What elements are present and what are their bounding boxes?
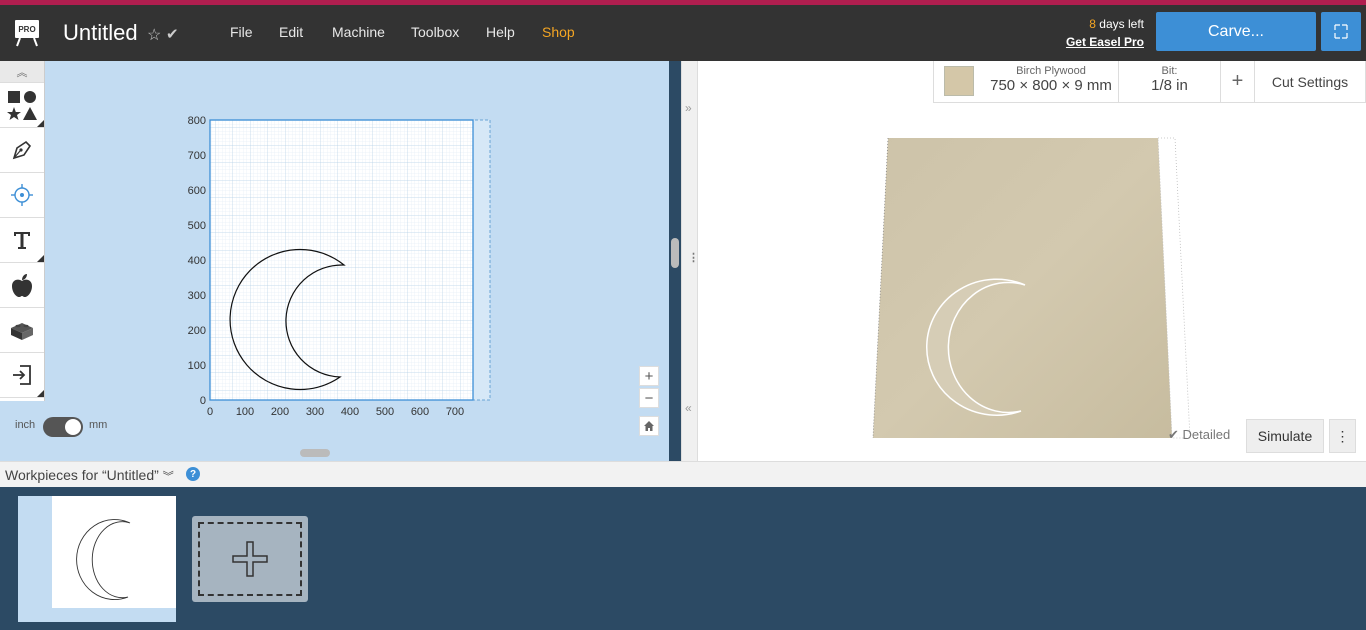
x-tick-label: 0 bbox=[207, 406, 213, 418]
pen-icon bbox=[12, 140, 32, 160]
horizontal-scrollbar[interactable] bbox=[300, 449, 330, 457]
vertical-scrollbar[interactable] bbox=[671, 238, 679, 268]
y-tick-label: 800 bbox=[188, 115, 206, 127]
point-tool[interactable] bbox=[0, 173, 44, 218]
y-tick-label: 100 bbox=[188, 360, 206, 372]
y-tick-label: 400 bbox=[188, 255, 206, 267]
collapse-toolbar-icon[interactable]: ︽ bbox=[0, 61, 44, 83]
x-tick-label: 500 bbox=[376, 406, 394, 418]
material-name: Birch Plywood bbox=[1016, 65, 1086, 77]
material-settings-bar: Birch Plywood 750 × 800 × 9 mm Bit: 1/8 … bbox=[933, 61, 1366, 103]
pane-splitter[interactable]: » ⋮ « bbox=[681, 61, 699, 461]
y-tick-label: 300 bbox=[188, 290, 206, 302]
shapes-icon bbox=[7, 91, 37, 120]
crescent-thumbnail-icon bbox=[76, 519, 131, 600]
trial-days-left: 8 days left bbox=[1089, 17, 1144, 31]
y-tick-label: 200 bbox=[188, 325, 206, 337]
units-inch-label: inch bbox=[15, 419, 36, 431]
home-icon bbox=[644, 421, 654, 431]
workpiece-thumbnail[interactable] bbox=[18, 496, 176, 622]
expand-left-icon[interactable]: « bbox=[685, 401, 692, 415]
days-number: 8 bbox=[1089, 17, 1096, 31]
pen-tool[interactable] bbox=[0, 128, 44, 173]
add-bit-button[interactable]: + bbox=[1220, 61, 1254, 102]
import-icon bbox=[13, 365, 31, 385]
checkmark-icon: ✔ bbox=[1168, 427, 1183, 442]
checkmark-icon: ✔ bbox=[166, 26, 179, 43]
days-suffix: days left bbox=[1095, 17, 1144, 31]
units-mm-label: mm bbox=[89, 419, 108, 431]
x-tick-label: 300 bbox=[306, 406, 324, 418]
fullscreen-button[interactable] bbox=[1321, 12, 1361, 51]
shape-toolbar: ︽ bbox=[0, 61, 45, 401]
chevron-down-icon: ︾ bbox=[162, 471, 174, 483]
design-grid[interactable]: 800 700 600 500 400 300 200 100 0 0 100 200 300 400 5… bbox=[180, 110, 500, 420]
plus-icon bbox=[232, 541, 268, 577]
x-axis-labels: 0 100 200 300 400 500 600 700 bbox=[207, 406, 464, 418]
expand-right-icon[interactable]: » bbox=[685, 101, 692, 115]
workpieces-bar: Workpieces for “Untitled” ︾ ? bbox=[0, 461, 1366, 487]
text-icon bbox=[14, 232, 30, 249]
get-easel-pro-link[interactable]: Get Easel Pro bbox=[1066, 35, 1144, 49]
y-tick-label: 0 bbox=[200, 395, 206, 407]
expand-icon bbox=[1334, 24, 1348, 39]
project-title[interactable]: Untitled bbox=[63, 20, 138, 46]
x-tick-label: 200 bbox=[271, 406, 289, 418]
apps-tool[interactable] bbox=[0, 308, 44, 353]
y-tick-label: 600 bbox=[188, 185, 206, 197]
plywood-board bbox=[873, 138, 1172, 438]
bit-value: 1/8 in bbox=[1151, 77, 1188, 94]
x-tick-label: 600 bbox=[411, 406, 429, 418]
y-tick-label: 500 bbox=[188, 220, 206, 232]
toggle-knob bbox=[65, 419, 81, 435]
add-workpiece-dropzone bbox=[198, 522, 302, 596]
zoom-in-button[interactable]: + bbox=[639, 366, 659, 386]
help-icon[interactable]: ? bbox=[186, 467, 200, 481]
home-view-button[interactable] bbox=[639, 416, 659, 436]
material-swatch[interactable] bbox=[944, 66, 974, 96]
menu-file[interactable]: File bbox=[230, 24, 253, 40]
menu-help[interactable]: Help bbox=[486, 24, 515, 40]
detailed-label: Detailed bbox=[1182, 427, 1231, 442]
target-icon bbox=[11, 184, 33, 206]
star-icon[interactable]: ☆ bbox=[147, 25, 161, 45]
logo-text: PRO bbox=[18, 25, 35, 34]
zoom-out-button[interactable]: − bbox=[639, 388, 659, 408]
shapes-tool[interactable] bbox=[0, 83, 44, 128]
app-header: PRO Untitled ☆ ✔ File Edit Machine Toolb… bbox=[0, 5, 1366, 61]
apple-icon bbox=[12, 274, 32, 297]
lego-brick-icon bbox=[11, 323, 33, 340]
cut-settings-button[interactable]: Cut Settings bbox=[1254, 61, 1365, 102]
y-tick-label: 700 bbox=[188, 150, 206, 162]
menu-toolbox[interactable]: Toolbox bbox=[411, 24, 459, 40]
x-tick-label: 400 bbox=[341, 406, 359, 418]
text-tool[interactable] bbox=[0, 218, 44, 263]
menu-machine[interactable]: Machine bbox=[332, 24, 385, 40]
menu-edit[interactable]: Edit bbox=[279, 24, 303, 40]
simulate-button[interactable]: Simulate bbox=[1246, 419, 1324, 453]
units-toggle[interactable] bbox=[43, 417, 83, 437]
add-workpiece-button[interactable] bbox=[192, 516, 308, 602]
y-axis-labels: 800 700 600 500 400 300 200 100 0 bbox=[188, 115, 206, 407]
workpieces-title[interactable]: Workpieces for “Untitled” ︾ bbox=[5, 467, 174, 484]
detailed-toggle[interactable]: ✔ Detailed bbox=[1168, 427, 1230, 443]
x-tick-label: 100 bbox=[236, 406, 254, 418]
workpiece-thumbnail-canvas bbox=[52, 496, 176, 608]
import-tool[interactable] bbox=[0, 353, 44, 398]
easel-logo-icon[interactable]: PRO bbox=[12, 17, 42, 47]
carve-button[interactable]: Carve... bbox=[1156, 12, 1316, 51]
material-info[interactable]: Birch Plywood 750 × 800 × 9 mm bbox=[984, 61, 1118, 102]
menu-shop[interactable]: Shop bbox=[542, 24, 575, 40]
3d-material-preview bbox=[872, 137, 1191, 439]
material-dimensions: 750 × 800 × 9 mm bbox=[990, 77, 1112, 94]
bit-selector[interactable]: Bit: 1/8 in bbox=[1118, 61, 1220, 102]
x-tick-label: 700 bbox=[446, 406, 464, 418]
grid-area bbox=[209, 119, 474, 401]
workpieces-title-text: Workpieces for “Untitled” bbox=[5, 467, 159, 483]
bit-label: Bit: bbox=[1161, 65, 1178, 77]
more-options-button[interactable]: ⋮ bbox=[1329, 419, 1356, 453]
icon-library-tool[interactable] bbox=[0, 263, 44, 308]
